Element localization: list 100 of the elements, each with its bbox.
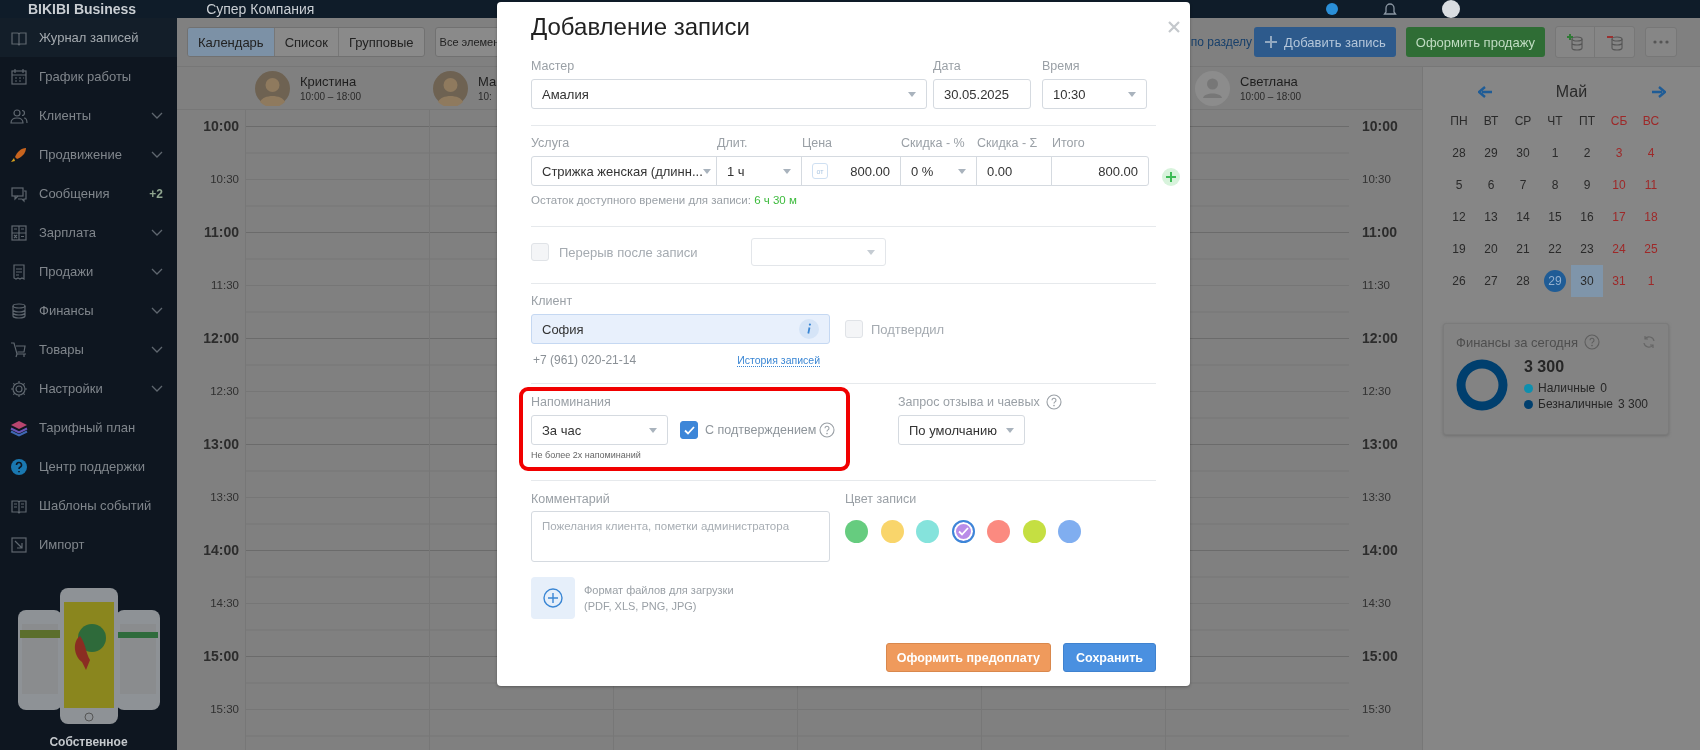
filter-link[interactable]: по разделу [1190,35,1252,49]
time-label: 15:30 [210,703,239,715]
calendar-day[interactable]: 15 [1539,201,1571,233]
calendar-day[interactable]: 1 [1635,265,1667,297]
color-swatch[interactable] [1058,520,1081,543]
time-select[interactable]: 10:30 [1042,79,1147,109]
calendar-day[interactable]: 24 [1603,233,1635,265]
calendar-day[interactable]: 2 [1571,137,1603,169]
close-button[interactable] [1168,21,1180,33]
caret-icon [783,168,791,174]
calendar-day[interactable]: 14 [1507,201,1539,233]
color-swatch[interactable] [987,520,1010,543]
color-swatch[interactable] [951,520,975,543]
calendar-day[interactable]: 11 [1635,169,1667,201]
calendar-day[interactable]: 28 [1443,137,1475,169]
color-swatch[interactable] [1022,520,1046,543]
calendar-day[interactable]: 18 [1635,201,1667,233]
chevron-down-icon [151,151,163,158]
discount-percent-select[interactable]: 0 % [900,156,977,186]
calendar-day[interactable]: 1 [1539,137,1571,169]
sidebar-item[interactable]: Настройки [0,369,177,408]
info-icon[interactable] [799,319,819,339]
calendar-day[interactable]: 10 [1603,169,1635,201]
calendar-day[interactable]: 7 [1507,169,1539,201]
discount-sum-field[interactable]: 0.00 [976,156,1052,186]
calendar-day[interactable]: 29 [1539,265,1571,297]
legend-value: 3 300 [1618,397,1648,411]
bell-icon[interactable] [1383,2,1397,16]
calendar-day[interactable]: 20 [1475,233,1507,265]
refresh-icon[interactable] [1642,335,1656,349]
avatar-icon[interactable] [1442,0,1460,18]
sidebar-item[interactable]: График работы [0,57,177,96]
calendar-day[interactable]: 6 [1475,169,1507,201]
calendar-day[interactable]: 26 [1443,265,1475,297]
calendar-day[interactable]: 30 [1507,137,1539,169]
calendar-day[interactable]: 4 [1635,137,1667,169]
duration-select[interactable]: 1 ч [716,156,802,186]
client-field[interactable]: София [531,314,830,344]
calendar-day[interactable]: 22 [1539,233,1571,265]
arrow-left-icon[interactable] [1477,86,1492,98]
sidebar-item[interactable]: Зарплата [0,213,177,252]
history-link[interactable]: История записей [737,353,820,367]
calendar-day[interactable]: 12 [1443,201,1475,233]
view-tab[interactable]: Календарь [188,28,275,56]
sidebar-item[interactable]: Продвижение [0,135,177,174]
calendar-day[interactable]: 3 [1603,137,1635,169]
sidebar-item[interactable]: Тарифный план [0,408,177,447]
total-field[interactable]: 800.00 [1051,156,1149,186]
master-select[interactable]: Амалия [531,79,927,109]
sale-button[interactable]: Оформить продажу [1405,27,1545,57]
sidebar-item[interactable]: Клиенты [0,96,177,135]
time-label: 13:00 [1362,436,1398,452]
calendar-day[interactable]: 28 [1507,265,1539,297]
color-swatch[interactable] [880,520,904,543]
calendar-day[interactable]: 25 [1635,233,1667,265]
date-field[interactable]: 30.05.2025 [933,79,1031,109]
field-label: Клиент [531,293,574,310]
calendar-day[interactable]: 29 [1475,137,1507,169]
sidebar-item[interactable]: Товары [0,330,177,369]
comment-field[interactable]: Пожелания клиента, пометки администратора [531,511,830,562]
calendar-day[interactable]: 8 [1539,169,1571,201]
view-tab[interactable]: Групповые [338,28,424,56]
color-swatch[interactable] [845,520,868,543]
add-record-button[interactable]: Добавить запись [1253,27,1396,57]
calendar-day[interactable]: 27 [1475,265,1507,297]
calendar-day[interactable]: 9 [1571,169,1603,201]
break-select[interactable] [751,238,886,266]
arrow-right-icon[interactable] [1651,86,1666,98]
sidebar-item[interactable]: Журнал записей [0,18,177,57]
sidebar-item[interactable]: Финансы [0,291,177,330]
calendar-day[interactable]: 21 [1507,233,1539,265]
calendar-day[interactable]: 13 [1475,201,1507,233]
calendar-day[interactable]: 16 [1571,201,1603,233]
reminder-select[interactable]: За час [531,415,668,445]
calendar-day[interactable]: 23 [1571,233,1603,265]
view-tab[interactable]: Список [274,28,339,56]
time-label: 11:00 [203,224,239,240]
calendar-day[interactable]: 5 [1443,169,1475,201]
field-label: Цвет записи [845,491,918,508]
sidebar-item[interactable]: Шаблоны событий [0,486,177,525]
field-label: Длит. [717,135,749,152]
time-label: 11:00 [1362,224,1398,240]
upload-button[interactable] [531,577,575,619]
save-button[interactable]: Сохранить [1063,643,1156,672]
checkbox[interactable] [680,421,698,439]
sidebar-item[interactable]: Сообщения +2 [0,174,177,213]
prepayment-button[interactable]: Оформить предоплату [885,643,1052,672]
weekday-label: ПТ [1578,113,1596,130]
review-select[interactable]: По умолчанию [898,415,1025,445]
calendar-day[interactable]: 30 [1571,265,1603,297]
sidebar-item[interactable]: Продажи [0,252,177,291]
add-service-icon[interactable] [1162,168,1180,186]
calendar-day[interactable]: 31 [1603,265,1635,297]
calendar-day[interactable]: 19 [1443,233,1475,265]
more-button[interactable] [1645,27,1677,57]
calendar-day[interactable]: 17 [1603,201,1635,233]
sidebar-item[interactable]: Импорт [0,525,177,564]
service-select[interactable]: Стрижка женская (длинн... [531,156,717,186]
color-swatch[interactable] [916,520,939,543]
sidebar-item[interactable]: Центр поддержки [0,447,177,486]
